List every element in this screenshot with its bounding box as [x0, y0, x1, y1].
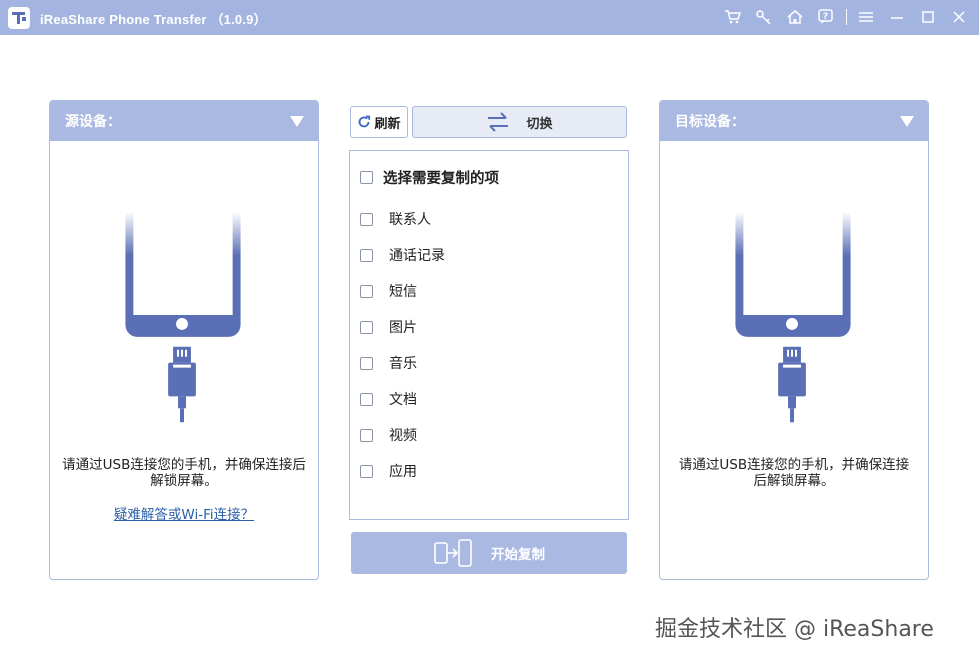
item-contacts[interactable]: 联系人 [360, 209, 431, 229]
item-music[interactable]: 音乐 [360, 353, 417, 373]
dropdown-arrow-icon [900, 115, 914, 127]
item-videos[interactable]: 视频 [360, 425, 417, 445]
item-sms[interactable]: 短信 [360, 281, 417, 301]
menu-icon[interactable] [854, 6, 878, 28]
list-item-label: 通话记录 [389, 248, 445, 264]
help-icon[interactable]: ? [814, 6, 838, 28]
title-bar: iReaShare Phone Transfer （1.0.9） ? [0, 0, 979, 35]
copy-items-list: 选择需要复制的项 联系人 通话记录 短信 图片 音乐 文档 视频 应用 [349, 150, 629, 520]
source-device-title: 源设备： [65, 114, 121, 130]
minimize-icon[interactable] [885, 6, 909, 28]
checkbox[interactable] [360, 428, 373, 442]
start-copy-label: 开始复制 [491, 547, 545, 563]
swap-arrows-icon [488, 112, 509, 132]
phone-usb-icon [735, 211, 851, 423]
switch-button[interactable]: 切换 [412, 106, 627, 138]
phone-usb-icon [125, 211, 241, 423]
target-device-title: 目标设备： [675, 114, 745, 130]
source-device-panel: 源设备： 请通过USB连接您的手机，并确保连接后解锁屏幕。 疑难解答或Wi-Fi… [49, 100, 319, 580]
list-item-label: 音乐 [389, 356, 417, 372]
source-connect-message: 请通过USB连接您的手机，并确保连接后解锁屏幕。 [62, 457, 306, 489]
item-documents[interactable]: 文档 [360, 389, 417, 409]
checkbox[interactable] [360, 356, 373, 370]
checkbox[interactable] [360, 320, 373, 334]
checkbox[interactable] [360, 212, 373, 226]
dropdown-arrow-icon [290, 115, 304, 127]
watermark-text: 掘金技术社区 @ iReaShare [655, 617, 934, 642]
app-logo-icon [8, 7, 30, 29]
item-call-logs[interactable]: 通话记录 [360, 245, 445, 265]
close-icon[interactable] [947, 6, 971, 28]
item-photos[interactable]: 图片 [360, 317, 417, 337]
app-title: iReaShare Phone Transfer （1.0.9） [40, 12, 267, 27]
start-copy-button[interactable]: 开始复制 [351, 532, 627, 574]
home-icon[interactable] [783, 6, 807, 28]
target-device-panel: 目标设备： 请通过USB连接您的手机，并确保连接后解锁屏幕。 [659, 100, 929, 580]
refresh-label: 刷新 [374, 116, 401, 132]
source-device-dropdown[interactable]: 源设备： [50, 101, 318, 141]
title-bar-controls: ? [714, 6, 971, 28]
item-apps[interactable]: 应用 [360, 461, 417, 481]
list-item-label: 文档 [389, 392, 417, 408]
select-all-checkbox[interactable]: 选择需要复制的项 [360, 167, 499, 188]
target-device-dropdown[interactable]: 目标设备： [660, 101, 928, 141]
checkbox[interactable] [360, 284, 373, 298]
maximize-icon[interactable] [916, 6, 940, 28]
checkbox[interactable] [360, 464, 373, 478]
refresh-icon [359, 115, 371, 128]
refresh-button[interactable]: 刷新 [350, 106, 408, 138]
checkbox[interactable] [360, 248, 373, 262]
list-item-label: 短信 [389, 284, 417, 300]
troubleshoot-link[interactable]: 疑难解答或Wi-Fi连接？ [50, 503, 318, 523]
checkbox[interactable] [360, 171, 373, 184]
title-bar-separator [846, 9, 847, 25]
target-connect-message: 请通过USB连接您的手机，并确保连接后解锁屏幕。 [678, 457, 910, 489]
app-window: iReaShare Phone Transfer （1.0.9） ? 源设备： … [0, 0, 979, 659]
key-icon[interactable] [752, 6, 776, 28]
list-item-label: 联系人 [389, 212, 431, 228]
select-all-label: 选择需要复制的项 [383, 171, 499, 187]
svg-text:?: ? [823, 12, 828, 22]
switch-label: 切换 [526, 116, 553, 132]
list-item-label: 图片 [389, 320, 417, 336]
list-item-label: 视频 [389, 428, 417, 444]
checkbox[interactable] [360, 392, 373, 406]
list-item-label: 应用 [389, 464, 417, 480]
phone-transfer-icon [434, 539, 472, 567]
cart-icon[interactable] [721, 6, 745, 28]
